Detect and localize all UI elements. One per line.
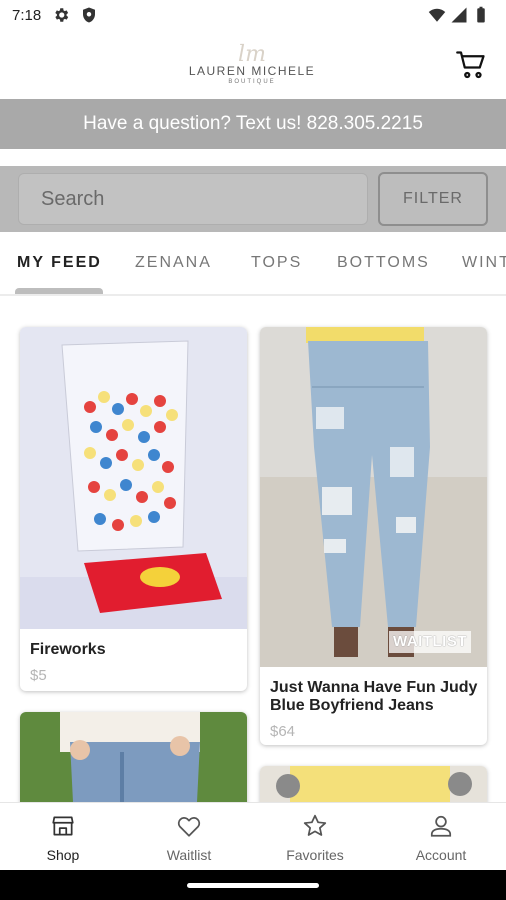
app-header: lm LAUREN MICHELE BOUTIQUE: [0, 32, 506, 98]
status-bar: 7:18: [0, 0, 506, 32]
tab-my-feed[interactable]: MY FEED: [17, 254, 102, 272]
tab-tops[interactable]: TOPS: [251, 254, 302, 272]
waitlist-badge: WAITLIST: [389, 631, 471, 653]
shield-icon: [83, 7, 95, 23]
store-logo[interactable]: lm LAUREN MICHELE BOUTIQUE: [170, 42, 334, 88]
nav-shop[interactable]: Shop: [0, 803, 126, 871]
nav-account[interactable]: Account: [378, 803, 504, 871]
nav-label: Favorites: [286, 847, 344, 863]
category-tabs: MY FEED ZENANA TOPS BOTTOMS WINT: [0, 234, 506, 296]
tab-winter[interactable]: WINT: [462, 254, 506, 272]
logo-name: LAUREN MICHELE: [188, 64, 316, 78]
nav-waitlist[interactable]: Waitlist: [126, 803, 252, 871]
product-price: $5: [30, 667, 47, 684]
product-card[interactable]: [20, 712, 247, 802]
cart-button[interactable]: [456, 50, 486, 80]
active-tab-indicator: [15, 288, 103, 294]
filter-button[interactable]: FILTER: [378, 172, 488, 226]
product-image: [260, 766, 487, 802]
system-gesture-bar: [0, 870, 506, 900]
logo-subtitle: BOUTIQUE: [228, 79, 276, 85]
battery-icon: [477, 6, 485, 23]
search-bar: Search FILTER: [0, 166, 506, 232]
cart-icon: [456, 51, 485, 79]
nav-label: Shop: [46, 847, 80, 863]
heart-icon: [177, 817, 201, 837]
star-icon: [303, 814, 327, 836]
product-title: Fireworks: [30, 641, 106, 658]
product-card[interactable]: Fireworks $5: [20, 327, 247, 691]
product-card[interactable]: WAITLIST Just Wanna Have Fun Judy Blue B…: [260, 327, 487, 745]
nav-favorites[interactable]: Favorites: [252, 803, 378, 871]
product-title: Just Wanna Have Fun Judy Blue Boyfriend …: [270, 679, 478, 714]
person-icon: [430, 815, 452, 837]
home-gesture-handle[interactable]: [187, 883, 319, 888]
announcement-banner[interactable]: Have a question? Text us! 828.305.2215: [0, 99, 506, 149]
wifi-icon: [428, 8, 446, 22]
store-icon: [52, 816, 74, 836]
status-time: 7:18: [12, 7, 42, 24]
product-price: $64: [270, 723, 296, 740]
product-feed[interactable]: Fireworks $5 WAITLIST Just Wanna Have Fu…: [0, 298, 506, 802]
tab-zenana[interactable]: ZENANA: [135, 254, 212, 272]
product-image: [20, 712, 247, 802]
search-input[interactable]: Search: [18, 173, 368, 225]
signal-icon: [451, 7, 467, 23]
nav-label: Waitlist: [166, 847, 212, 863]
product-image: [260, 327, 487, 667]
nav-label: Account: [415, 847, 467, 863]
product-image: [20, 327, 247, 629]
tab-bottoms[interactable]: BOTTOMS: [337, 254, 430, 272]
gear-icon: [55, 8, 69, 22]
bottom-navigation: Shop Waitlist Favorites Account: [0, 802, 506, 870]
product-card[interactable]: [260, 766, 487, 802]
